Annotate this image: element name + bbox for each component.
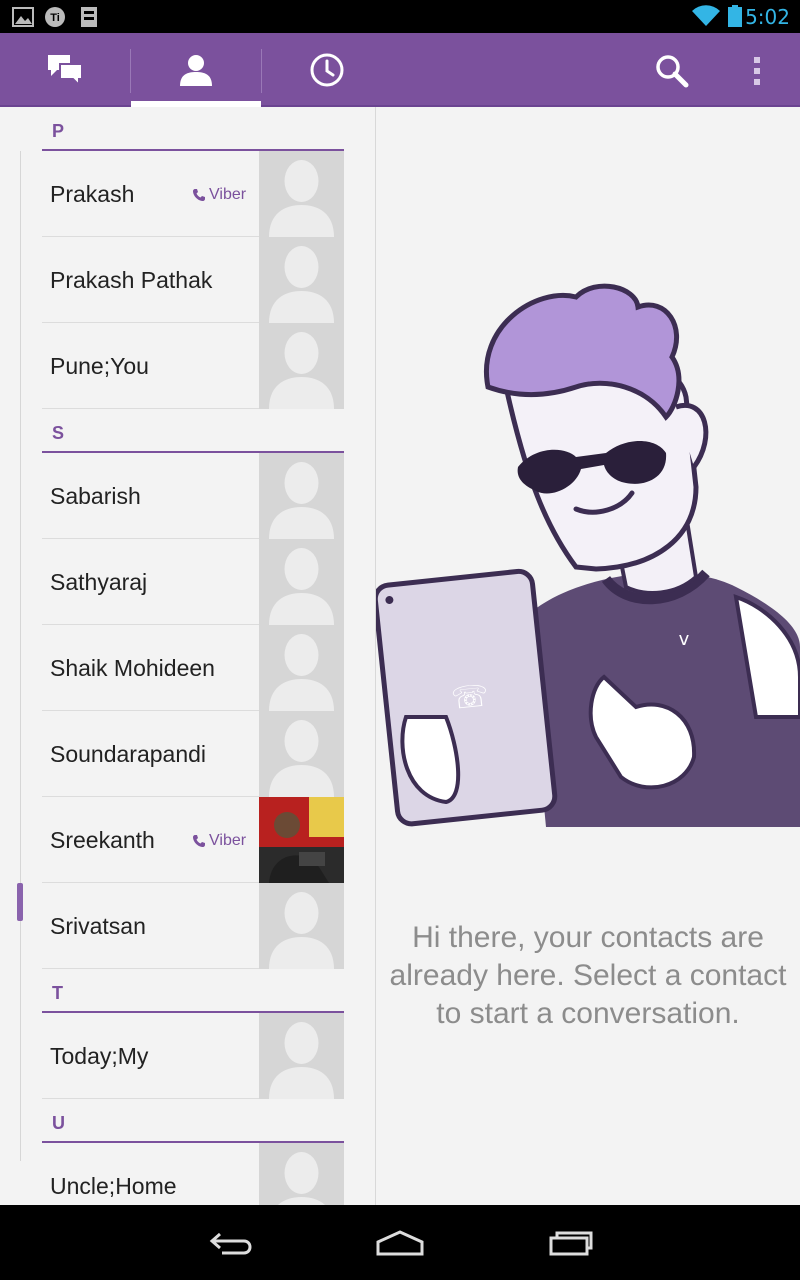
clock-time: 5:02	[745, 5, 790, 29]
section-letter: T	[52, 983, 63, 1003]
viber-label: Viber	[209, 186, 247, 203]
empty-state-pane: ☏ v Hi there, your contacts are already …	[376, 107, 800, 1205]
clock-icon	[310, 53, 344, 87]
avatar[interactable]	[259, 711, 344, 797]
contact-name: Srivatsan	[50, 913, 146, 939]
viber-label: Viber	[209, 832, 247, 849]
tab-recents[interactable]	[262, 33, 392, 107]
fast-scroll-track[interactable]	[20, 151, 21, 1161]
contact-row[interactable]: Sreekanth Viber	[42, 797, 344, 883]
contacts-list[interactable]: P Prakash Viber Prakash Pathak Pune;You S Saba…	[0, 107, 375, 1205]
wifi-icon	[692, 5, 720, 27]
person-icon	[180, 55, 212, 86]
back-icon	[209, 1232, 252, 1255]
back-button[interactable]	[200, 1225, 260, 1261]
home-icon	[376, 1230, 424, 1256]
avatar[interactable]	[259, 625, 344, 711]
svg-text:v: v	[679, 629, 690, 650]
contact-name: Today;My	[50, 1043, 149, 1069]
search-icon	[656, 55, 689, 88]
contact-name: Prakash	[50, 181, 135, 207]
contact-name: Sathyaraj	[50, 569, 148, 595]
contact-row[interactable]: Soundarapandi	[42, 711, 344, 797]
avatar[interactable]	[259, 453, 344, 539]
viber-badge: Viber	[192, 186, 246, 204]
contact-name: Uncle;Home	[50, 1173, 177, 1199]
svg-text:Ti: Ti	[50, 12, 60, 24]
status-bar: Ti 5:02	[0, 0, 800, 33]
avatar[interactable]	[259, 1013, 344, 1099]
contact-name: Sabarish	[50, 483, 141, 509]
search-button[interactable]	[650, 49, 694, 93]
main-content: P Prakash Viber Prakash Pathak Pune;You S Saba…	[0, 107, 800, 1205]
avatar[interactable]	[259, 883, 344, 969]
contact-name: Soundarapandi	[50, 741, 207, 767]
contact-row[interactable]: Sabarish	[42, 453, 344, 539]
viber-mascot-illustration: ☏ v	[376, 283, 800, 827]
battery-icon	[728, 5, 742, 27]
contact-row[interactable]: Prakash Viber	[42, 151, 344, 237]
viber-badge: Viber	[192, 832, 246, 850]
tab-chats[interactable]	[0, 33, 130, 107]
contact-name: Prakash Pathak	[50, 267, 213, 293]
action-bar	[0, 33, 800, 107]
avatar[interactable]	[259, 539, 344, 625]
recent-apps-button[interactable]	[540, 1225, 600, 1261]
section-header-u: U	[42, 1099, 344, 1143]
contact-row[interactable]: Srivatsan	[42, 883, 344, 969]
contact-name: Shaik Mohideen	[50, 655, 215, 681]
contact-row[interactable]: Shaik Mohideen	[42, 625, 344, 711]
tab-contacts[interactable]	[131, 33, 261, 107]
gallery-icon	[12, 7, 34, 27]
section-letter: S	[52, 423, 65, 443]
section-header-t: T	[42, 969, 344, 1013]
avatar[interactable]	[259, 151, 344, 237]
home-button[interactable]	[370, 1225, 430, 1261]
section-header-s: S	[42, 409, 344, 453]
section-letter: U	[52, 1113, 65, 1133]
contact-name: Sreekanth	[50, 827, 155, 853]
section-letter: P	[52, 121, 65, 141]
contact-row[interactable]: Today;My	[42, 1013, 344, 1099]
section-header-p: P	[42, 107, 344, 151]
contact-name: Pune;You	[50, 353, 149, 379]
contact-row[interactable]: Prakash Pathak	[42, 237, 344, 323]
contact-row[interactable]: Pune;You	[42, 323, 344, 409]
viber-phone-icon	[193, 835, 205, 847]
chat-bubbles-icon	[48, 55, 83, 88]
ftp-icon	[81, 7, 97, 27]
avatar[interactable]	[259, 237, 344, 323]
avatar[interactable]	[259, 797, 344, 883]
navigation-bar	[0, 1205, 800, 1280]
recent-apps-icon	[549, 1231, 593, 1256]
overflow-menu-icon	[754, 57, 760, 85]
empty-state-message: Hi there, your contacts are already here…	[389, 921, 787, 1030]
contact-row[interactable]: Uncle;Home	[42, 1143, 344, 1205]
viber-phone-icon	[193, 189, 205, 201]
fast-scroll-thumb[interactable]	[17, 883, 23, 921]
avatar[interactable]	[259, 1143, 344, 1205]
avatar[interactable]	[259, 323, 344, 409]
svg-text:☏: ☏	[450, 678, 491, 717]
ti-app-icon: Ti	[45, 7, 65, 27]
overflow-menu-button[interactable]	[740, 49, 774, 93]
contact-row[interactable]: Sathyaraj	[42, 539, 344, 625]
